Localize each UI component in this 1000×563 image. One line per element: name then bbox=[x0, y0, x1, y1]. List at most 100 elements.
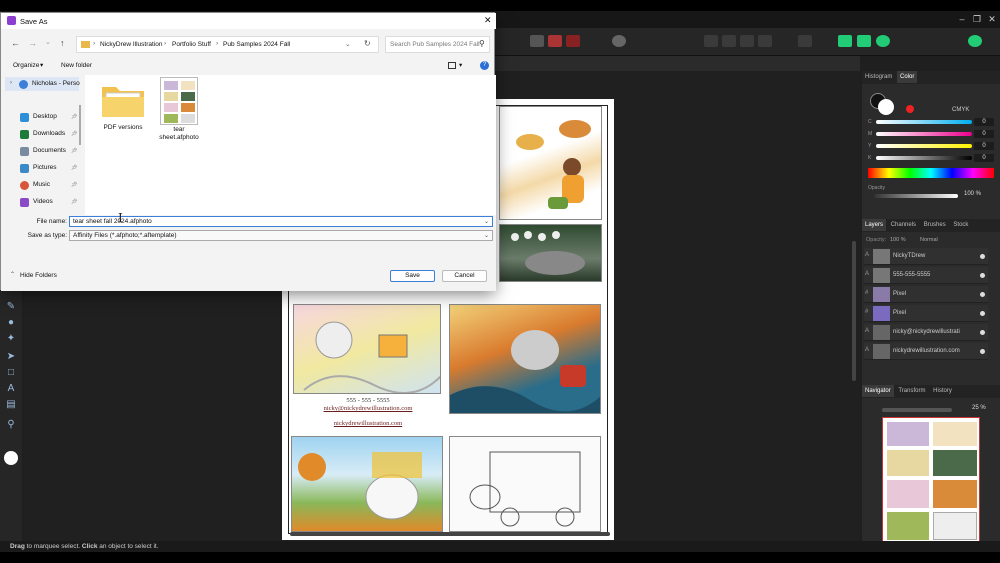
zoom-tool-icon[interactable]: ⚲ bbox=[5, 419, 17, 431]
address-bar[interactable]: › NickyDrew Illustration › Portfolio Stu… bbox=[76, 36, 379, 53]
nav-item-pictures[interactable]: Pictures 📌︎ bbox=[20, 164, 77, 173]
layer-row[interactable]: # Pixel bbox=[864, 305, 988, 322]
recent-dropdown-icon[interactable]: ⌄ bbox=[45, 38, 51, 46]
shape-icon[interactable]: □ bbox=[5, 367, 17, 379]
view-icon[interactable] bbox=[448, 62, 456, 69]
quick-mask-icon[interactable] bbox=[548, 35, 562, 47]
color-model-select[interactable]: CMYK bbox=[952, 107, 969, 113]
navigator-preview[interactable] bbox=[882, 417, 980, 545]
recent-color-swatch[interactable] bbox=[906, 105, 914, 113]
stamp-icon[interactable]: ▤ bbox=[5, 399, 17, 411]
user-account-icon[interactable] bbox=[968, 35, 982, 47]
yellow-value[interactable]: 0 bbox=[974, 142, 994, 150]
magenta-value[interactable]: 0 bbox=[974, 130, 994, 138]
horizontal-scrollbar[interactable] bbox=[290, 532, 610, 536]
pin-icon[interactable]: 📌︎ bbox=[71, 199, 77, 205]
cancel-button[interactable]: Cancel bbox=[442, 270, 487, 282]
forward-icon[interactable]: → bbox=[28, 38, 37, 48]
breadcrumb-item[interactable]: NickyDrew Illustration bbox=[100, 41, 163, 48]
nav-item-documents[interactable]: Documents 📌︎ bbox=[20, 147, 77, 156]
help-icon[interactable]: ? bbox=[480, 61, 489, 70]
up-icon[interactable]: ↑ bbox=[60, 38, 65, 48]
tab-history[interactable]: History bbox=[930, 385, 955, 397]
opacity-slider[interactable] bbox=[874, 194, 958, 198]
layer-row[interactable]: A 555-555-5555 bbox=[864, 267, 988, 284]
layer-row[interactable]: A NickyTDrew bbox=[864, 248, 988, 265]
zoom-value[interactable]: 25 % bbox=[972, 405, 986, 411]
tab-color[interactable]: Color bbox=[897, 71, 918, 83]
save-button[interactable]: Save bbox=[390, 270, 435, 282]
file-item-folder[interactable]: PDF versions bbox=[93, 81, 153, 131]
file-name-input[interactable]: tear sheet fall 2024.afphoto ⌄ bbox=[69, 216, 493, 227]
search-box[interactable]: Search Pub Samples 2024 Fall ⚲ bbox=[385, 36, 490, 53]
close-icon[interactable]: ✕ bbox=[484, 15, 492, 26]
blend-mode-select[interactable]: Normal bbox=[920, 237, 938, 243]
pin-icon[interactable]: 📌︎ bbox=[71, 114, 77, 120]
nav-item-videos[interactable]: Videos 📌︎ bbox=[20, 198, 77, 207]
layer-row[interactable]: Anickydrewillustration.com bbox=[864, 343, 988, 360]
yellow-slider[interactable] bbox=[876, 144, 972, 148]
search-input[interactable]: Search Pub Samples 2024 Fall bbox=[390, 41, 480, 48]
tab-histogram[interactable]: Histogram bbox=[862, 71, 895, 83]
nav-item-onedrive[interactable]: Nicholas - Perso bbox=[19, 80, 80, 89]
nav-item-downloads[interactable]: Downloads 📌︎ bbox=[20, 130, 77, 139]
search-icon[interactable]: ⚲ bbox=[479, 39, 485, 48]
cyan-value[interactable]: 0 bbox=[974, 118, 994, 126]
pin-icon[interactable]: 📌︎ bbox=[71, 131, 77, 137]
restore-icon[interactable]: ❐ bbox=[970, 13, 984, 25]
persona-develop-icon[interactable] bbox=[876, 35, 890, 47]
expand-chevron-icon[interactable]: › bbox=[10, 80, 12, 86]
close-app-icon[interactable]: ✕ bbox=[985, 13, 999, 25]
fill-icon[interactable]: ● bbox=[5, 317, 17, 329]
tab-brushes[interactable]: Brushes bbox=[921, 219, 949, 231]
distribute-icon[interactable] bbox=[740, 35, 754, 47]
tab-transform[interactable]: Transform bbox=[895, 385, 928, 397]
layer-row[interactable]: # Pixel bbox=[864, 286, 988, 303]
refresh-icon[interactable]: ↻ bbox=[364, 39, 371, 48]
snapping-icon[interactable] bbox=[798, 35, 812, 47]
hide-folders-button[interactable]: Hide Folders bbox=[20, 272, 57, 279]
pin-icon[interactable]: 📌︎ bbox=[71, 165, 77, 171]
save-type-select[interactable]: Affinity Files (*.afphoto;*.aftemplate) … bbox=[69, 230, 493, 241]
tab-stock[interactable]: Stock bbox=[950, 219, 971, 231]
nav-pane-scrollbar[interactable] bbox=[79, 105, 81, 145]
visibility-icon[interactable] bbox=[980, 254, 985, 259]
pin-icon[interactable]: 📌︎ bbox=[71, 182, 77, 188]
pin-icon[interactable]: 📌︎ bbox=[71, 148, 77, 154]
visibility-icon[interactable] bbox=[980, 292, 985, 297]
address-dropdown-icon[interactable]: ⌄ bbox=[345, 40, 350, 48]
stroke-swatch[interactable] bbox=[878, 99, 894, 115]
visibility-icon[interactable] bbox=[980, 349, 985, 354]
organize-dropdown-icon[interactable]: ▾ bbox=[40, 61, 43, 69]
text-tool-icon[interactable]: A bbox=[5, 383, 17, 395]
view-dropdown-icon[interactable]: ▾ bbox=[459, 61, 462, 69]
cyan-slider[interactable] bbox=[876, 120, 972, 124]
tab-layers[interactable]: Layers bbox=[862, 219, 887, 231]
align-icon[interactable] bbox=[722, 35, 736, 47]
minimize-icon[interactable]: – bbox=[955, 13, 969, 25]
opacity-value[interactable]: 100 % bbox=[964, 191, 981, 197]
pointer-icon[interactable]: ➤ bbox=[5, 351, 17, 363]
tab-channels[interactable]: Channels bbox=[888, 219, 919, 231]
brush-icon[interactable]: ✎ bbox=[5, 301, 17, 313]
arrange-icon[interactable] bbox=[704, 35, 718, 47]
zoom-slider[interactable] bbox=[882, 408, 952, 412]
visibility-icon[interactable] bbox=[980, 311, 985, 316]
primary-color-swatch[interactable] bbox=[4, 451, 18, 465]
new-folder-button[interactable]: New folder bbox=[61, 62, 92, 69]
black-slider[interactable] bbox=[876, 156, 972, 160]
layer-opacity-value[interactable]: 100 % bbox=[890, 237, 906, 243]
tab-navigator[interactable]: Navigator bbox=[862, 385, 894, 397]
black-value[interactable]: 0 bbox=[974, 154, 994, 162]
organize-menu[interactable]: Organize bbox=[13, 62, 39, 69]
file-item-afphoto[interactable]: tear sheet.afphoto bbox=[149, 77, 209, 142]
breadcrumb-item[interactable]: Pub Samples 2024 Fall bbox=[223, 41, 290, 48]
persona-photo-icon[interactable] bbox=[838, 35, 852, 47]
assistant-icon[interactable] bbox=[612, 35, 626, 47]
layer-row[interactable]: Anicky@nickydrewillustrati bbox=[864, 324, 988, 341]
nav-item-music[interactable]: Music 📌︎ bbox=[20, 181, 77, 190]
visibility-icon[interactable] bbox=[980, 330, 985, 335]
hide-folders-chevron-icon[interactable]: ⌃ bbox=[10, 271, 15, 278]
order-icon[interactable] bbox=[758, 35, 772, 47]
color-spectrum[interactable] bbox=[868, 168, 994, 178]
